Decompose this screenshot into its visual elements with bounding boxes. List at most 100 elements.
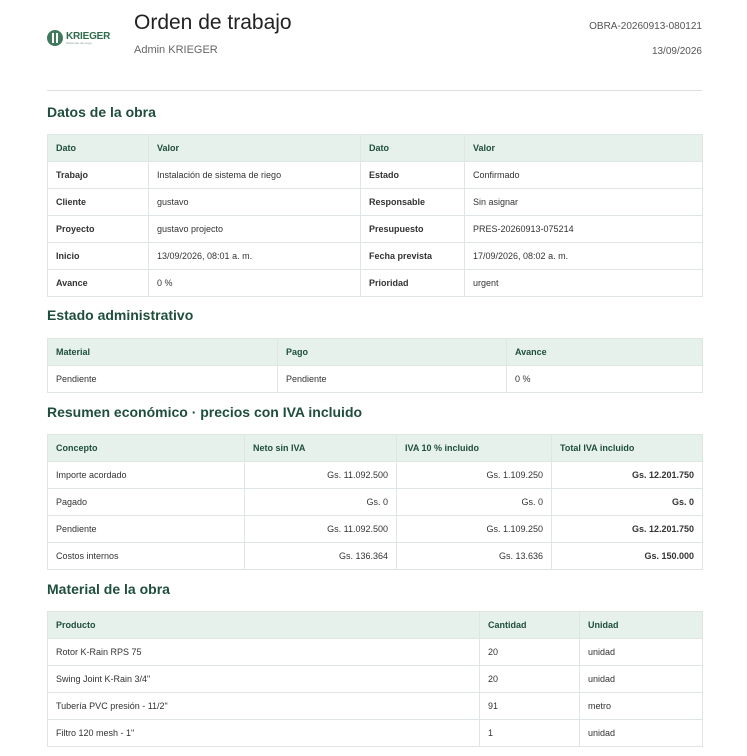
field-value: Sin asignar	[464, 188, 703, 216]
section-title-resumen: Resumen económico · precios con IVA incl…	[47, 404, 363, 420]
header-divider	[47, 90, 702, 91]
page-title: Orden de trabajo	[134, 11, 292, 34]
material-table: Producto Cantidad Unidad Rotor K-Rain RP…	[47, 611, 703, 747]
field-label: Cliente	[47, 188, 149, 216]
section-title-estado: Estado administrativo	[47, 307, 194, 323]
field-label: Estado	[360, 161, 465, 189]
concept: Pagado	[47, 488, 245, 516]
net-amount: Gs. 11.092.500	[244, 515, 397, 543]
field-label: Avance	[47, 269, 149, 297]
product-unit: unidad	[579, 719, 703, 747]
table-header-row: Producto Cantidad Unidad	[47, 611, 703, 639]
concept: Costos internos	[47, 542, 245, 570]
status-material: Pendiente	[47, 365, 278, 393]
field-value: 17/09/2026, 08:02 a. m.	[464, 242, 703, 270]
column-header: Cantidad	[479, 611, 580, 639]
table-header-row: Concepto Neto sin IVA IVA 10 % incluido …	[47, 434, 703, 462]
column-header: Material	[47, 338, 278, 366]
column-header: Dato	[47, 134, 149, 162]
product-unit: unidad	[579, 665, 703, 693]
status-pago: Pendiente	[277, 365, 507, 393]
table-row: Pagado Gs. 0 Gs. 0 Gs. 0	[47, 488, 703, 516]
product-unit: metro	[579, 692, 703, 720]
net-amount: Gs. 11.092.500	[244, 461, 397, 489]
field-value: Confirmado	[464, 161, 703, 189]
column-header: Concepto	[47, 434, 245, 462]
column-header: Total IVA incluido	[551, 434, 703, 462]
table-row: Importe acordado Gs. 11.092.500 Gs. 1.10…	[47, 461, 703, 489]
net-amount: Gs. 136.364	[244, 542, 397, 570]
field-label: Responsable	[360, 188, 465, 216]
product-quantity: 1	[479, 719, 580, 747]
table-row: Cliente gustavo Responsable Sin asignar	[47, 188, 703, 216]
logo-text: KRIEGER	[66, 30, 111, 42]
column-header: Producto	[47, 611, 480, 639]
company-logo: KRIEGER Sistemas de riego	[47, 29, 113, 47]
field-label: Trabajo	[47, 161, 149, 189]
field-value: gustavo projecto	[148, 215, 361, 243]
order-code: OBRA-20260913-080121	[589, 21, 702, 32]
table-row: Swing Joint K-Rain 3/4" 20 unidad	[47, 665, 703, 693]
vat-amount: Gs. 13.636	[396, 542, 552, 570]
column-header: Valor	[148, 134, 361, 162]
table-row: Filtro 120 mesh - 1" 1 unidad	[47, 719, 703, 747]
total-amount: Gs. 0	[551, 488, 703, 516]
product-name: Tubería PVC presión - 11/2"	[47, 692, 480, 720]
column-header: Valor	[464, 134, 703, 162]
column-header: IVA 10 % incluido	[396, 434, 552, 462]
table-row: Pendiente Gs. 11.092.500 Gs. 1.109.250 G…	[47, 515, 703, 543]
concept: Importe acordado	[47, 461, 245, 489]
product-name: Rotor K-Rain RPS 75	[47, 638, 480, 666]
table-row: Tubería PVC presión - 11/2" 91 metro	[47, 692, 703, 720]
table-row: Rotor K-Rain RPS 75 20 unidad	[47, 638, 703, 666]
product-quantity: 20	[479, 665, 580, 693]
product-quantity: 20	[479, 638, 580, 666]
field-value: Instalación de sistema de riego	[148, 161, 361, 189]
field-value: PRES-20260913-075214	[464, 215, 703, 243]
net-amount: Gs. 0	[244, 488, 397, 516]
product-name: Filtro 120 mesh - 1"	[47, 719, 480, 747]
field-label: Presupuesto	[360, 215, 465, 243]
author-name: Admin KRIEGER	[134, 44, 218, 56]
table-row: Pendiente Pendiente 0 %	[47, 365, 703, 393]
concept: Pendiente	[47, 515, 245, 543]
status-avance: 0 %	[506, 365, 703, 393]
datos-table: Dato Valor Dato Valor Trabajo Instalació…	[47, 134, 703, 297]
field-label: Prioridad	[360, 269, 465, 297]
column-header: Pago	[277, 338, 507, 366]
section-title-material: Material de la obra	[47, 581, 170, 597]
table-header-row: Material Pago Avance	[47, 338, 703, 366]
column-header: Dato	[360, 134, 465, 162]
table-row: Proyecto gustavo projecto Presupuesto PR…	[47, 215, 703, 243]
column-header: Avance	[506, 338, 703, 366]
estado-table: Material Pago Avance Pendiente Pendiente…	[47, 338, 703, 393]
vat-amount: Gs. 1.109.250	[396, 461, 552, 489]
order-date: 13/09/2026	[651, 46, 702, 57]
field-value: 0 %	[148, 269, 361, 297]
product-quantity: 91	[479, 692, 580, 720]
column-header: Neto sin IVA	[244, 434, 397, 462]
total-amount: Gs. 150.000	[551, 542, 703, 570]
vat-amount: Gs. 0	[396, 488, 552, 516]
logo-tagline: Sistemas de riego	[66, 40, 92, 45]
table-row: Trabajo Instalación de sistema de riego …	[47, 161, 703, 189]
field-value: gustavo	[148, 188, 361, 216]
field-value: 13/09/2026, 08:01 a. m.	[148, 242, 361, 270]
total-amount: Gs. 12.201.750	[551, 461, 703, 489]
vat-amount: Gs. 1.109.250	[396, 515, 552, 543]
logo-icon	[47, 30, 63, 46]
table-row: Avance 0 % Prioridad urgent	[47, 269, 703, 297]
field-value: urgent	[464, 269, 703, 297]
table-row: Costos internos Gs. 136.364 Gs. 13.636 G…	[47, 542, 703, 570]
column-header: Unidad	[579, 611, 703, 639]
product-unit: unidad	[579, 638, 703, 666]
product-name: Swing Joint K-Rain 3/4"	[47, 665, 480, 693]
total-amount: Gs. 12.201.750	[551, 515, 703, 543]
section-title-datos: Datos de la obra	[47, 104, 156, 120]
field-label: Proyecto	[47, 215, 149, 243]
resumen-table: Concepto Neto sin IVA IVA 10 % incluido …	[47, 434, 703, 570]
table-header-row: Dato Valor Dato Valor	[47, 134, 703, 162]
table-row: Inicio 13/09/2026, 08:01 a. m. Fecha pre…	[47, 242, 703, 270]
field-label: Inicio	[47, 242, 149, 270]
field-label: Fecha prevista	[360, 242, 465, 270]
